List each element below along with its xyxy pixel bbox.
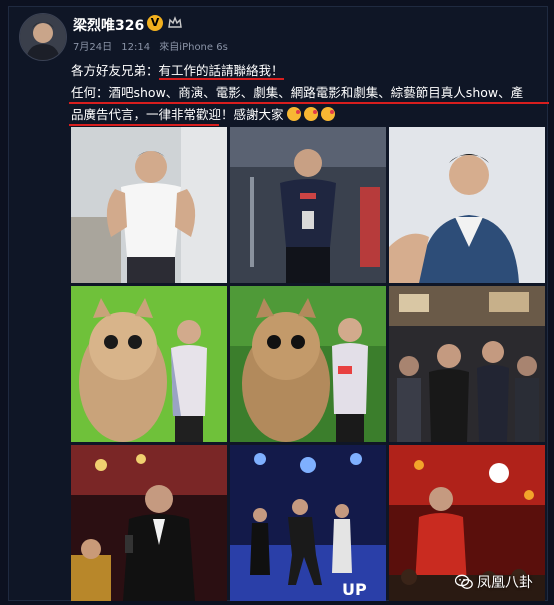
username[interactable]: 梁烈唯326 xyxy=(73,15,144,35)
kiss-emoji-icon xyxy=(320,107,335,121)
verified-icon: V xyxy=(147,15,163,31)
greeting-text: 各方好友兄弟： xyxy=(71,63,159,78)
photo-green-screen-cat[interactable] xyxy=(71,286,227,442)
wechat-icon xyxy=(455,574,473,589)
kiss-emoji-icon xyxy=(286,107,301,121)
closing-text: 品廣告代言，一律非常歡迎！感謝大家 xyxy=(71,107,284,122)
svg-text:UP: UP xyxy=(342,580,367,599)
post-text-line-1: 各方好友兄弟：有工作的話請聯絡我！ xyxy=(71,60,547,82)
post-meta: 7月24日 12:14 來自iPhone 6s xyxy=(73,38,234,53)
post-time: 12:14 xyxy=(121,42,151,53)
highlighted-text: 有工作的話請聯絡我！ xyxy=(158,63,284,80)
crown-icon xyxy=(168,16,182,28)
photo-stage-dance[interactable]: UP xyxy=(230,445,386,601)
underline-decoration xyxy=(69,124,219,126)
watermark: 凤凰八卦 xyxy=(455,572,533,592)
post-text-line-3: 品廣告代言，一律非常歡迎！感謝大家 xyxy=(69,104,547,126)
post-source: 來自iPhone 6s xyxy=(159,42,228,53)
photo-white-vest[interactable] xyxy=(71,127,227,283)
photo-crowd-event[interactable] xyxy=(389,286,545,442)
avatar[interactable] xyxy=(19,13,67,61)
photo-cat-mascot[interactable] xyxy=(230,286,386,442)
watermark-text: 凤凰八卦 xyxy=(477,575,533,591)
post-date[interactable]: 7月24日 xyxy=(73,42,112,53)
weibo-post: 梁烈唯326 V 7月24日 12:14 來自iPhone 6s 各方好友兄弟：… xyxy=(8,6,549,601)
photo-denim-vest[interactable] xyxy=(389,127,545,283)
post-text: 各方好友兄弟：有工作的話請聯絡我！ 任何：酒吧show、商演、電影、劇集、網路電… xyxy=(69,60,549,126)
services-text: 任何：酒吧show、商演、電影、劇集、網路電影和劇集、綜藝節目真人show、產 xyxy=(71,85,524,100)
kiss-emoji-icon xyxy=(303,107,318,121)
photo-gym-selfie[interactable] xyxy=(230,127,386,283)
post-text-line-2: 任何：酒吧show、商演、電影、劇集、網路電影和劇集、綜藝節目真人show、產 xyxy=(69,82,549,104)
photo-suit-microphone[interactable] xyxy=(71,445,227,601)
photo-grid: UP xyxy=(71,127,545,601)
